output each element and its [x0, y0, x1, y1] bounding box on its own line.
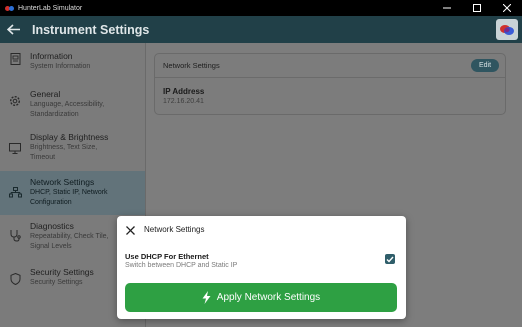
close-window-button[interactable] [492, 0, 522, 16]
shield-icon [10, 273, 20, 285]
sidebar-item-title: Security Settings [30, 267, 94, 277]
sidebar-item-subtitle: DHCP, Static IP, Network Configuration [30, 189, 108, 206]
monitor-icon [9, 143, 21, 154]
sidebar-item-subtitle: Repeatability, Check Tile, Signal Levels [30, 233, 109, 250]
card-title: Network Settings [163, 61, 220, 70]
sidebar-item-subtitle: System Information [30, 63, 91, 70]
sidebar-item-display-brightness[interactable]: Display & Brightness Brightness, Text Si… [0, 131, 145, 175]
app-logo-icon [5, 4, 14, 13]
ip-address-value: 172.16.20.41 [163, 98, 204, 105]
arrow-left-icon [6, 24, 20, 35]
window-titlebar: HunterLab Simulator [0, 0, 522, 16]
minimize-icon [443, 7, 451, 9]
checkmark-icon [386, 256, 394, 263]
sidebar-item-title: Display & Brightness [30, 132, 109, 142]
network-icon [8, 187, 22, 198]
hunterlab-logo-icon [500, 24, 514, 35]
sidebar-item-title: Information [30, 51, 73, 61]
sidebar-item-title: Diagnostics [30, 221, 74, 231]
sidebar-item-subtitle: Security Settings [30, 279, 83, 286]
dhcp-checkbox[interactable] [385, 254, 395, 264]
apply-network-settings-button[interactable]: Apply Network Settings [125, 283, 397, 312]
close-icon [503, 4, 511, 12]
lightning-bolt-icon [202, 291, 211, 304]
hunterlab-logo-button[interactable] [496, 19, 518, 40]
maximize-button[interactable] [462, 0, 492, 16]
minimize-button[interactable] [432, 0, 462, 16]
network-settings-card: Network Settings Edit IP Address 172.16.… [154, 53, 506, 115]
apply-button-label: Apply Network Settings [216, 292, 321, 303]
sidebar-item-subtitle: Brightness, Text Size, Timeout [30, 144, 98, 161]
sidebar-item-general[interactable]: General Language, Accessibility, Standar… [0, 85, 145, 131]
ip-address-label: IP Address [163, 87, 205, 96]
gear-icon [9, 95, 21, 107]
sidebar-item-information[interactable]: Information System Information [0, 49, 145, 83]
sidebar-item-network-settings[interactable]: Network Settings DHCP, Static IP, Networ… [0, 171, 145, 215]
close-dialog-button[interactable] [125, 225, 135, 235]
edit-button[interactable]: Edit [471, 59, 499, 72]
network-settings-dialog: Network Settings Use DHCP For Ethernet S… [117, 216, 406, 319]
dhcp-option-description: Switch between DHCP and Static IP [125, 262, 238, 269]
stethoscope-icon [10, 230, 21, 242]
page-title: Instrument Settings [32, 22, 150, 37]
sidebar-item-title: Network Settings [30, 177, 95, 187]
back-button[interactable] [2, 16, 24, 43]
sidebar-item-title: General [30, 89, 61, 99]
sidebar-item-subtitle: Language, Accessibility, Standardization [30, 101, 105, 118]
dialog-title: Network Settings [144, 225, 205, 234]
window-title: HunterLab Simulator [18, 4, 83, 12]
close-icon [125, 225, 135, 235]
document-icon [10, 53, 20, 65]
maximize-icon [473, 4, 481, 12]
dhcp-option-label: Use DHCP For Ethernet [125, 252, 209, 261]
app-header: Instrument Settings [0, 16, 522, 43]
